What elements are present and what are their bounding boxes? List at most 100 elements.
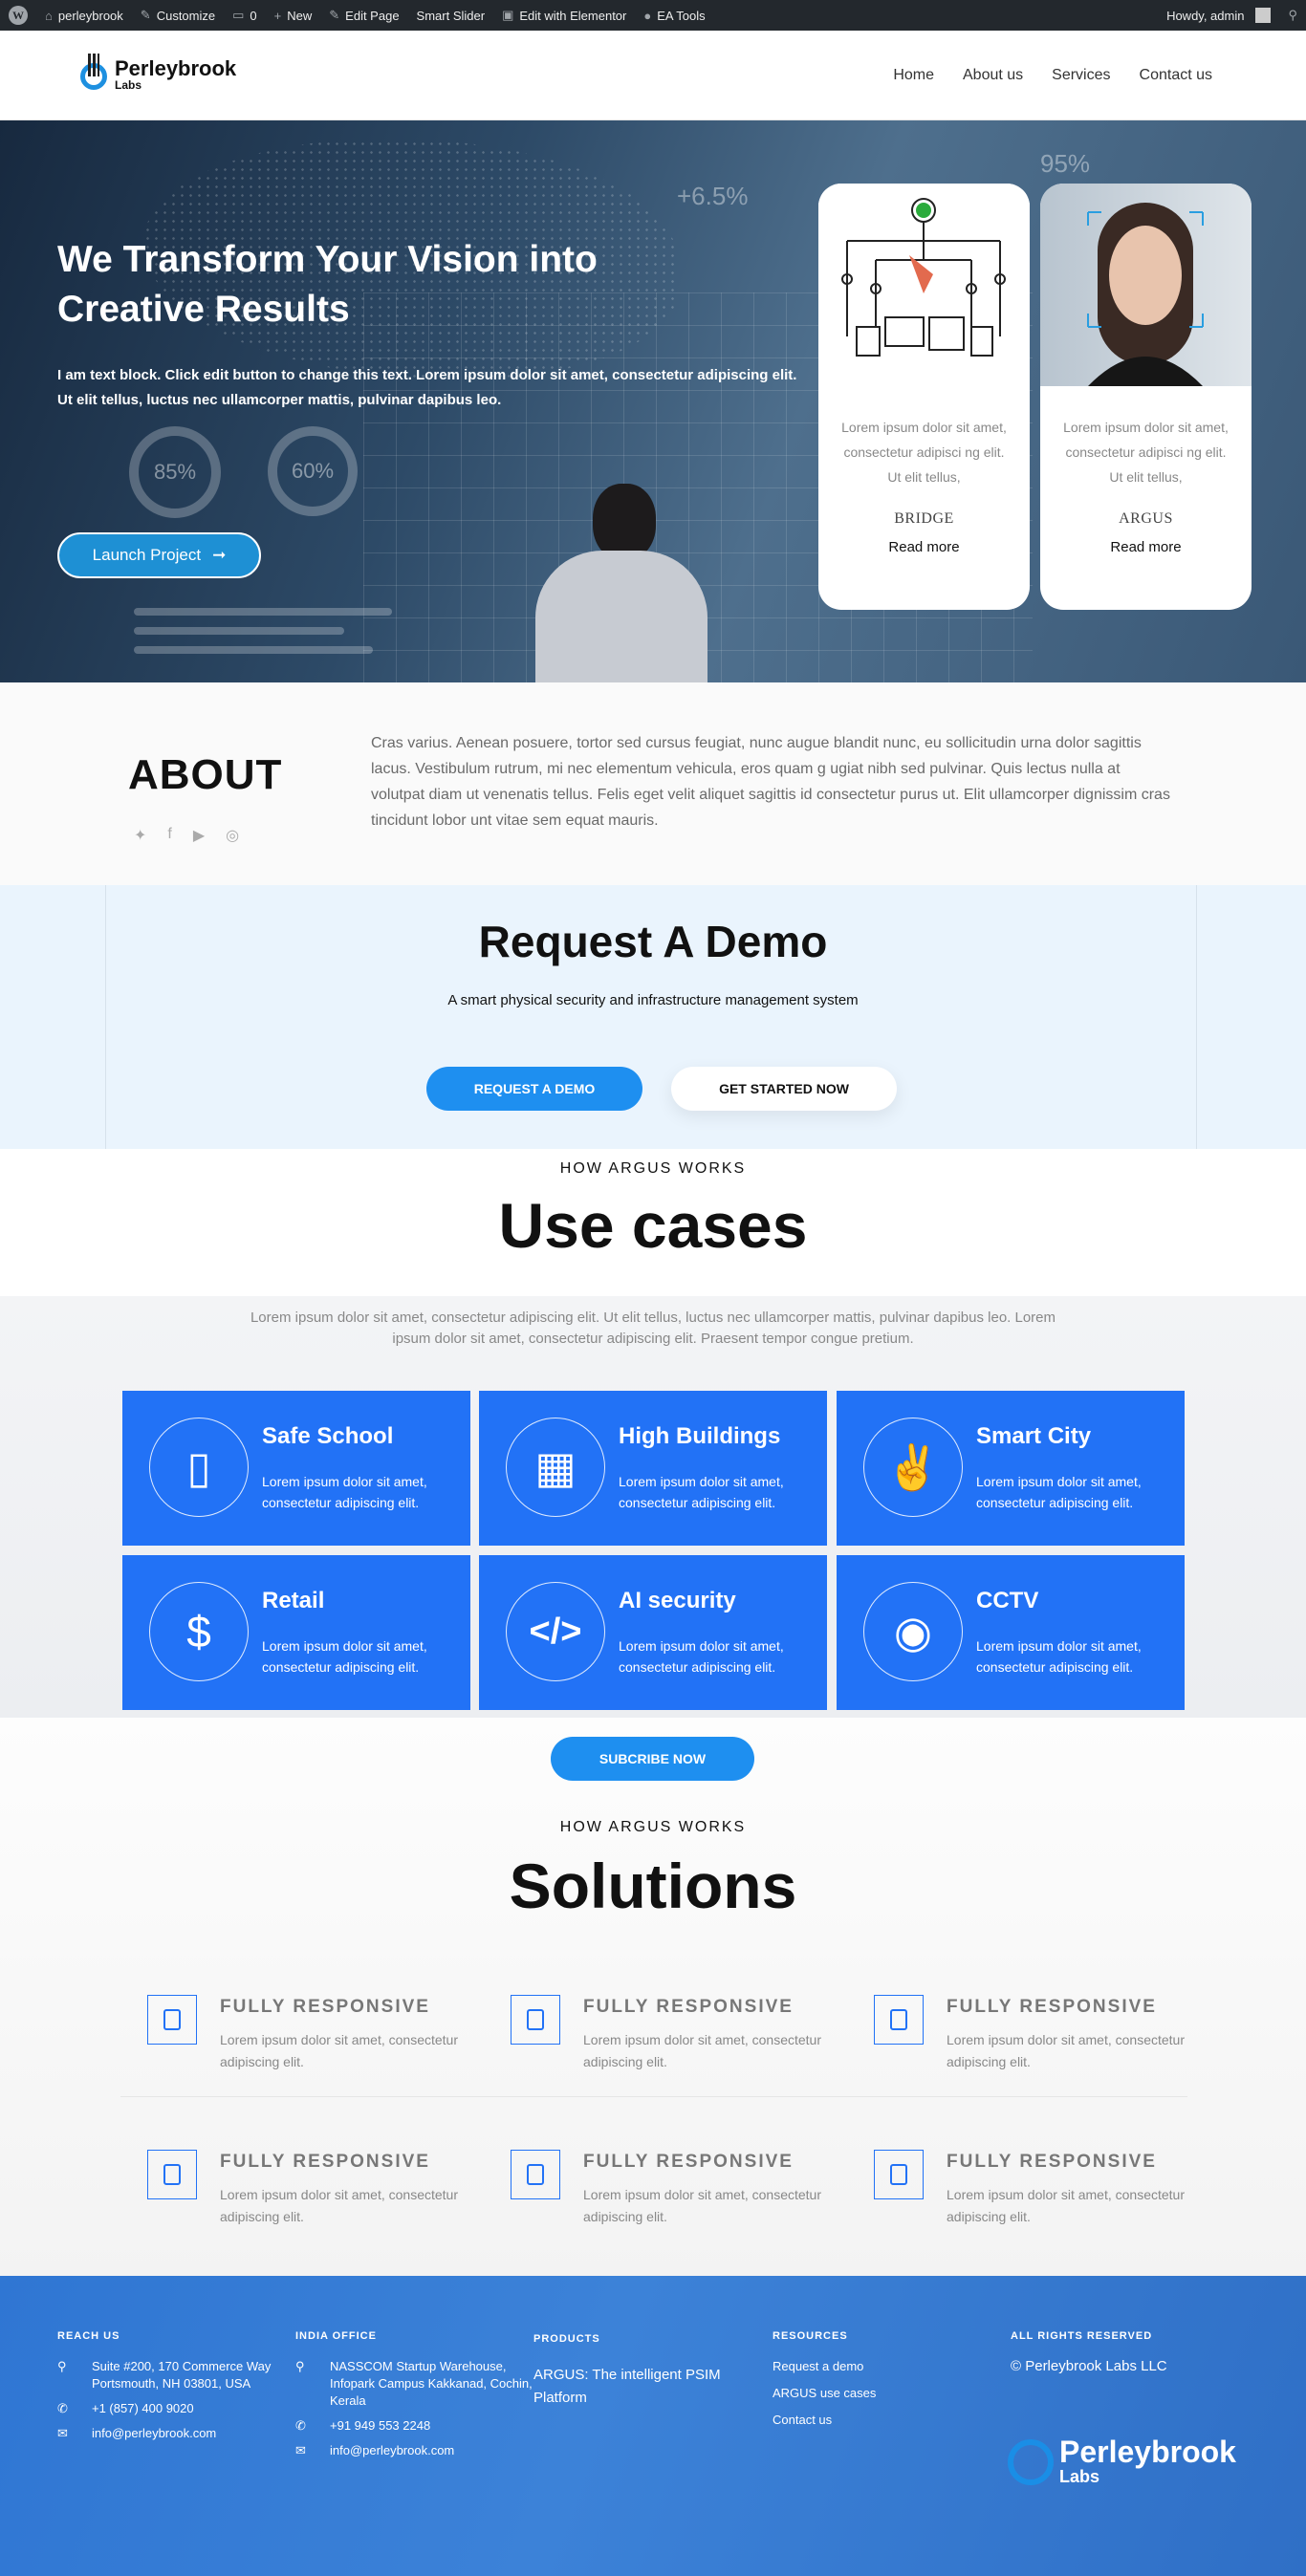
site-footer: REACH US ⚲ Suite #200, 170 Commerce Way P… (0, 2276, 1306, 2576)
search-icon: ⚲ (1288, 8, 1297, 22)
site-logo[interactable]: Perleybrook Labs (78, 52, 236, 97)
resource-link[interactable]: Request a demo (773, 2358, 964, 2375)
about-section: ABOUT ✦ f ▶ ◎ Cras varius. Aenean posuer… (0, 682, 1306, 885)
phone-icon: ✆ (57, 2401, 68, 2415)
request-demo-button[interactable]: REQUEST A DEMO (426, 1067, 642, 1111)
get-started-button[interactable]: GET STARTED NOW (671, 1067, 897, 1111)
bg-ring: 60% (268, 426, 358, 516)
usecases-kicker: HOW ARGUS WORKS (559, 1160, 747, 1177)
card-image-face (1040, 184, 1252, 386)
nav-services[interactable]: Services (1052, 67, 1110, 84)
logo-line2: Labs (115, 78, 142, 92)
feature-item: FULLY RESPONSIVE Lorem ipsum dolor sit a… (874, 1995, 1218, 2090)
wp-admin-bar: W ⌂ perleybrook ✎ Customize ▭ 0 + New ✎ Edit … (0, 0, 1306, 31)
feature-title: FULLY RESPONSIVE (220, 2152, 430, 2172)
launch-project-button[interactable]: Launch Project ➞ (57, 532, 261, 578)
footer-heading: INDIA OFFICE (295, 2330, 377, 2342)
footer-resources: RESOURCES Request a demo ARGUS use cases… (773, 2327, 964, 2438)
phone-icon: ✆ (295, 2418, 306, 2433)
ea-tools-menu[interactable]: ● EA Tools (635, 0, 713, 31)
tile-desc: Lorem ipsum dolor sit amet, consectetur … (262, 1638, 427, 1675)
edit-page-menu[interactable]: ✎ Edit Page (320, 0, 407, 31)
avatar (1255, 8, 1272, 23)
footer-heading: PRODUCTS (533, 2333, 600, 2345)
footer-heading: ALL RIGHTS RESERVED (1011, 2330, 1153, 2342)
footer-rights: ALL RIGHTS RESERVED © Perleybrook Labs L… (1011, 2327, 1250, 2375)
feature-item: FULLY RESPONSIVE Lorem ipsum dolor sit a… (147, 2150, 491, 2245)
usecase-tile[interactable]: ▦ High Buildings Lorem ipsum dolor sit a… (479, 1391, 827, 1546)
tile-desc: Lorem ipsum dolor sit amet, consectetur … (619, 1474, 784, 1510)
admin-search[interactable]: ⚲ (1279, 0, 1306, 31)
read-more-link[interactable]: Read more (1040, 539, 1252, 555)
demo-subtitle: A smart physical security and infrastruc… (447, 992, 859, 1008)
subscribe-button[interactable]: SUBCRIBE NOW (551, 1737, 754, 1781)
network-diagram-icon (818, 184, 1030, 386)
customize-menu[interactable]: ✎ Customize (132, 0, 224, 31)
tile-title: AI security (619, 1588, 736, 1613)
divider (120, 2096, 1187, 2097)
elementor-menu[interactable]: ▣ Edit with Elementor (493, 0, 635, 31)
wp-logo-menu[interactable]: W (0, 0, 36, 31)
site-name-menu[interactable]: ⌂ perleybrook (36, 0, 132, 31)
feature-desc: Lorem ipsum dolor sit amet, consectetur … (220, 2187, 458, 2224)
bg-bar (134, 627, 344, 635)
youtube-icon[interactable]: ▶ (193, 826, 205, 845)
tablet-icon (147, 1995, 197, 2045)
footer-products: PRODUCTS ARGUS: The intelligent PSIM Pla… (533, 2327, 734, 2410)
person-silhouette (535, 484, 707, 682)
bg-bar (134, 646, 373, 654)
feature-desc: Lorem ipsum dolor sit amet, consectetur … (947, 2032, 1185, 2069)
tablet-icon (511, 1995, 560, 2045)
product-link[interactable]: ARGUS: The intelligent PSIM Platform (533, 2364, 734, 2410)
resource-link[interactable]: ARGUS use cases (773, 2385, 964, 2402)
new-content-menu[interactable]: + New (266, 0, 321, 31)
comments-menu[interactable]: ▭ 0 (224, 0, 266, 31)
card-title: BRIDGE (894, 510, 954, 527)
hand-peace-icon: ✌ (863, 1418, 963, 1517)
comments-dollar-icon: $ (149, 1582, 249, 1681)
nav-home[interactable]: Home (893, 67, 934, 84)
usecase-tile[interactable]: ✌ Smart City Lorem ipsum dolor sit amet,… (837, 1391, 1185, 1546)
feature-item: FULLY RESPONSIVE Lorem ipsum dolor sit a… (874, 2150, 1218, 2245)
usecase-tile[interactable]: $ Retail Lorem ipsum dolor sit amet, con… (122, 1555, 470, 1710)
tile-desc: Lorem ipsum dolor sit amet, consectetur … (976, 1638, 1142, 1675)
read-more-link[interactable]: Read more (818, 539, 1030, 555)
request-demo-section: Request A Demo A smart physical security… (0, 885, 1306, 1149)
mobile-icon: ▯ (149, 1418, 249, 1517)
about-text: Cras varius. Aenean posuere, tortor sed … (371, 735, 1170, 829)
nav-contact[interactable]: Contact us (1140, 67, 1212, 84)
logo-mark-icon (78, 52, 109, 97)
main-nav: Home About us Services Contact us (893, 67, 1212, 84)
bg-ring: 85% (129, 426, 221, 518)
product-card-bridge[interactable]: Lorem ipsum dolor sit amet, consectetur … (818, 184, 1030, 610)
account-menu[interactable]: Howdy, admin (1158, 0, 1279, 31)
feature-item: FULLY RESPONSIVE Lorem ipsum dolor sit a… (511, 1995, 855, 2090)
location-icon: ⚲ (295, 2359, 305, 2373)
feature-title: FULLY RESPONSIVE (220, 1997, 430, 2017)
facebook-icon[interactable]: f (167, 826, 171, 845)
footer-heading: REACH US (57, 2330, 120, 2342)
resource-link[interactable]: Contact us (773, 2412, 964, 2429)
card-text: Lorem ipsum dolor sit amet, consectetur … (841, 420, 1007, 485)
bg-stat: 95% (1040, 149, 1091, 178)
instagram-icon[interactable]: ◎ (226, 826, 239, 845)
tile-desc: Lorem ipsum dolor sit amet, consectetur … (262, 1474, 427, 1510)
pencil-icon: ✎ (329, 8, 340, 22)
usecase-tile[interactable]: </> AI security Lorem ipsum dolor sit am… (479, 1555, 827, 1710)
bg-stat: +6.5% (677, 182, 749, 210)
product-card-argus[interactable]: Lorem ipsum dolor sit amet, consectetur … (1040, 184, 1252, 610)
smart-slider-menu[interactable]: Smart Slider (408, 0, 494, 31)
usecases-heading: Use cases (498, 1190, 808, 1261)
usecase-tile[interactable]: ▯ Safe School Lorem ipsum dolor sit amet… (122, 1391, 470, 1546)
usecase-tile[interactable]: ◉ CCTV Lorem ipsum dolor sit amet, conse… (837, 1555, 1185, 1710)
social-links: ✦ f ▶ ◎ (134, 826, 239, 845)
footer-logo[interactable]: Perleybrook Labs (1008, 2436, 1236, 2487)
logo-mark-icon (1008, 2438, 1054, 2485)
home-icon: ⌂ (45, 8, 53, 23)
twitter-icon[interactable]: ✦ (134, 826, 146, 845)
brush-icon: ✎ (140, 8, 151, 22)
plus-icon: + (273, 8, 282, 23)
tablet-icon (874, 1995, 924, 2045)
nav-about[interactable]: About us (963, 67, 1023, 84)
card-image-network (818, 184, 1030, 386)
